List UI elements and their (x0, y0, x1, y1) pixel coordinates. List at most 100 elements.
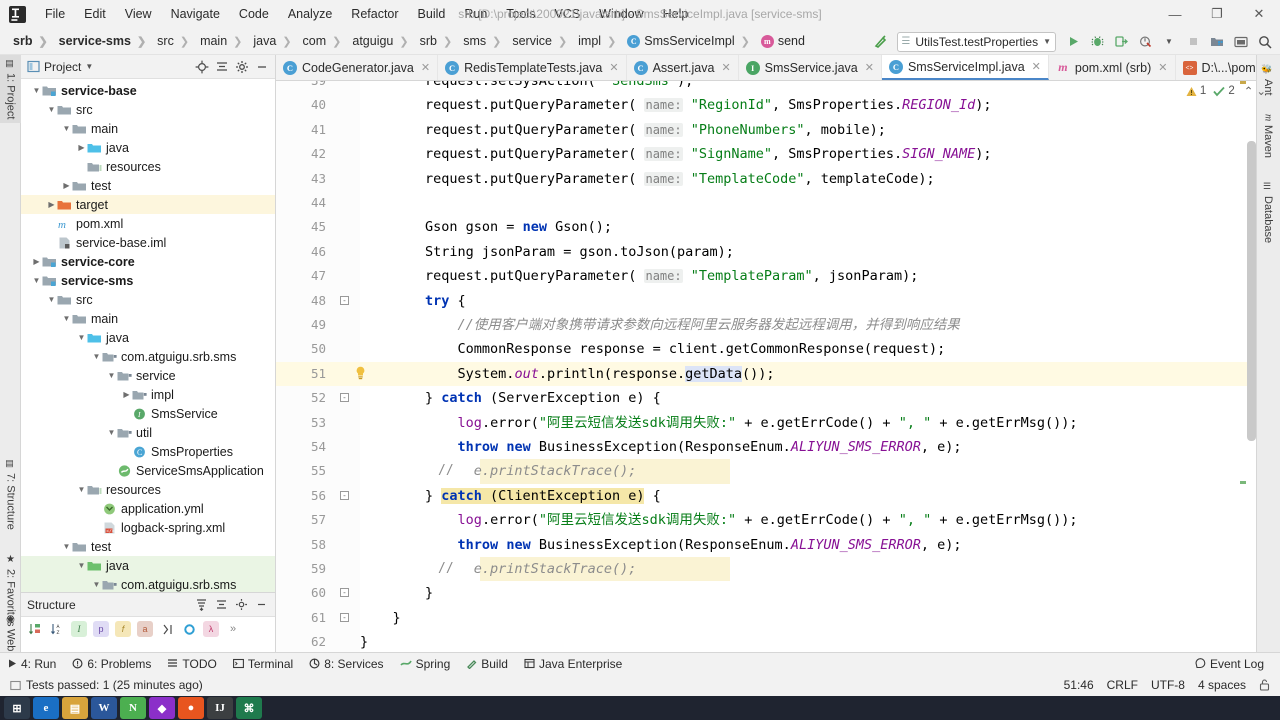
run-icon[interactable] (1062, 31, 1084, 53)
tree-item-resources[interactable]: ▼ resources (21, 480, 275, 499)
chevron-right-icon[interactable]: ▶ (61, 180, 72, 191)
code-line-52[interactable]: } catch (ServerException e) { (360, 386, 661, 410)
editor-tab-assert[interactable]: C Assert.java ✕ (627, 55, 739, 80)
close-icon[interactable]: ✕ (1032, 60, 1041, 73)
code-line-59[interactable]: e.printStackTrace(); (360, 557, 637, 581)
menu-refactor[interactable]: Refactor (342, 4, 407, 24)
show-constants-icon[interactable] (181, 621, 197, 637)
editor-tab-redistemplatetests[interactable]: C RedisTemplateTests.java ✕ (438, 55, 627, 80)
gear-icon[interactable] (233, 58, 250, 75)
caret-position[interactable]: 51:46 (1064, 678, 1094, 692)
code-line-47[interactable]: request.putQueryParameter( name: "Templa… (360, 264, 918, 288)
breadcrumb-item-srb[interactable]: srb ❯ (8, 32, 54, 50)
settings-layout-icon[interactable] (1230, 31, 1252, 53)
show-fields-icon[interactable]: f (115, 621, 131, 637)
lock-icon[interactable] (1259, 679, 1270, 691)
code-line-50[interactable]: CommonResponse response = client.getComm… (360, 337, 946, 361)
fold-marker[interactable]: - (340, 612, 349, 622)
code-line-49[interactable]: //使用客户端对象携带请求参数向远程阿里云服务器发起远程调用，并得到响应结果 (360, 313, 960, 337)
tree-item-com-atguigu-srb-sms[interactable]: ▼ com.atguigu.srb.sms (21, 347, 275, 366)
sort-by-type-icon[interactable] (27, 621, 43, 637)
tree-item-java[interactable]: ▶ java (21, 138, 275, 157)
tree-item-java[interactable]: ▼ java (21, 556, 275, 575)
sidebar-tab-maven[interactable]: m Maven (1256, 109, 1280, 163)
chevron-up-icon[interactable]: ⌃ (1244, 84, 1254, 98)
more-icon[interactable]: » (225, 621, 241, 637)
bottom-tab-services[interactable]: 8: Services (301, 653, 391, 675)
gear-icon[interactable] (233, 596, 250, 613)
taskbar-item-app5[interactable]: ◆ (149, 697, 175, 719)
taskbar-item-explorer[interactable]: ▤ (62, 697, 88, 719)
menu-navigate[interactable]: Navigate (162, 4, 229, 24)
chevron-right-icon[interactable]: ▶ (121, 389, 132, 400)
locate-icon[interactable] (193, 58, 210, 75)
taskbar-item-browser[interactable]: e (33, 697, 59, 719)
code-line-39[interactable]: request.setSysAction( "SendSms"); (360, 81, 693, 93)
breadcrumb-item-com[interactable]: com ❯ (298, 32, 348, 50)
project-structure-icon[interactable] (1206, 31, 1228, 53)
show-non-public-icon[interactable]: a (137, 621, 153, 637)
menu-window[interactable]: Window (590, 4, 652, 24)
tree-item-service-sms[interactable]: ▼ service-sms (21, 271, 275, 290)
chevron-down-icon[interactable]: ▼ (61, 313, 72, 324)
run-with-coverage-icon[interactable] (1110, 31, 1132, 53)
sidebar-tab-web[interactable]: ◉ Web (0, 610, 21, 655)
code-line-54[interactable]: throw new BusinessException(ResponseEnum… (360, 435, 962, 459)
bottom-tab-terminal[interactable]: Terminal (225, 653, 301, 675)
close-icon[interactable]: ✕ (421, 61, 430, 74)
menu-vcs[interactable]: VCS (545, 4, 589, 24)
minimize-icon[interactable] (253, 58, 270, 75)
minimize-button[interactable]: — (1154, 0, 1196, 28)
taskbar-item-app8[interactable]: ⌘ (236, 697, 262, 719)
editor-tab-smsservice[interactable]: I SmsService.java ✕ (739, 55, 882, 80)
breadcrumb-item-class[interactable]: C SmsServiceImpl ❯ (622, 32, 756, 50)
code-line-46[interactable]: String jsonParam = gson.toJson(param); (360, 240, 734, 264)
breadcrumb-item-atguigu[interactable]: atguigu ❯ (347, 32, 414, 50)
sidebar-tab-structure[interactable]: ▤ 7: Structure (0, 455, 21, 534)
chevron-right-icon[interactable]: ▶ (76, 142, 87, 153)
indent-setting[interactable]: 4 spaces (1198, 678, 1246, 692)
tree-item-impl[interactable]: ▶ impl (21, 385, 275, 404)
chevron-down-icon[interactable]: ⌄ (1256, 84, 1266, 98)
tree-item-com-atguigu-srb-sms[interactable]: ▼ com.atguigu.srb.sms (21, 575, 275, 592)
show-inherited-icon[interactable]: I (71, 621, 87, 637)
tree-item-servicesmsapplication[interactable]: ServiceSmsApplication (21, 461, 275, 480)
expand-collapse-icon[interactable] (213, 58, 230, 75)
code-line-45[interactable]: Gson gson = new Gson(); (360, 215, 612, 239)
close-icon[interactable]: ✕ (721, 61, 730, 74)
taskbar-item-app6[interactable]: ● (178, 697, 204, 719)
breadcrumb-item-src[interactable]: src ❯ (152, 32, 195, 50)
sort-alphabetically-icon[interactable]: AZ (49, 621, 65, 637)
window-controls[interactable]: — ❐ ✕ (1154, 0, 1280, 28)
tree-item-application-yml[interactable]: application.yml (21, 499, 275, 518)
tree-item-util[interactable]: ▼ util (21, 423, 275, 442)
menu-run[interactable]: Run (455, 4, 496, 24)
tree-item-java[interactable]: ▼ java (21, 328, 275, 347)
menu-code[interactable]: Code (230, 4, 278, 24)
tree-item-service[interactable]: ▼ service (21, 366, 275, 385)
code-line-56[interactable]: } catch (ClientException e) { (360, 484, 661, 508)
code-line-58[interactable]: throw new BusinessException(ResponseEnum… (360, 533, 962, 557)
editor-scrollbar[interactable] (1247, 141, 1256, 441)
code-line-62[interactable]: } (360, 630, 368, 652)
menu-build[interactable]: Build (409, 4, 455, 24)
menu-edit[interactable]: Edit (75, 4, 115, 24)
code-line-41[interactable]: request.putQueryParameter( name: "PhoneN… (360, 118, 886, 142)
bottom-tab-problems[interactable]: 6: Problems (64, 653, 159, 675)
tree-item-logback-spring-xml[interactable]: </> logback-spring.xml (21, 518, 275, 537)
build-icon[interactable] (869, 31, 891, 53)
taskbar-item-start[interactable]: ⊞ (4, 697, 30, 719)
tree-item-src[interactable]: ▼ src (21, 290, 275, 309)
chevron-down-icon[interactable]: ▼ (31, 85, 42, 96)
chevron-down-icon[interactable]: ▼ (106, 427, 117, 438)
code-line-48[interactable]: try { (360, 289, 466, 313)
menu-tools[interactable]: Tools (497, 4, 544, 24)
taskbar-item-notepad[interactable]: N (120, 697, 146, 719)
line-separator[interactable]: CRLF (1107, 678, 1138, 692)
chevron-down-icon[interactable]: ▼ (76, 332, 87, 343)
bottom-tab-spring[interactable]: Spring (392, 653, 459, 675)
editor-tab-codegenerator[interactable]: C CodeGenerator.java ✕ (276, 55, 439, 80)
tree-item-src[interactable]: ▼ src (21, 100, 275, 119)
project-tree[interactable]: ▼ service-base ▼ src ▼ main ▶ java resources ▶ tes… (21, 79, 275, 592)
run-configuration-selector[interactable]: ☰ UtilsTest.testProperties ▼ (897, 31, 1056, 52)
